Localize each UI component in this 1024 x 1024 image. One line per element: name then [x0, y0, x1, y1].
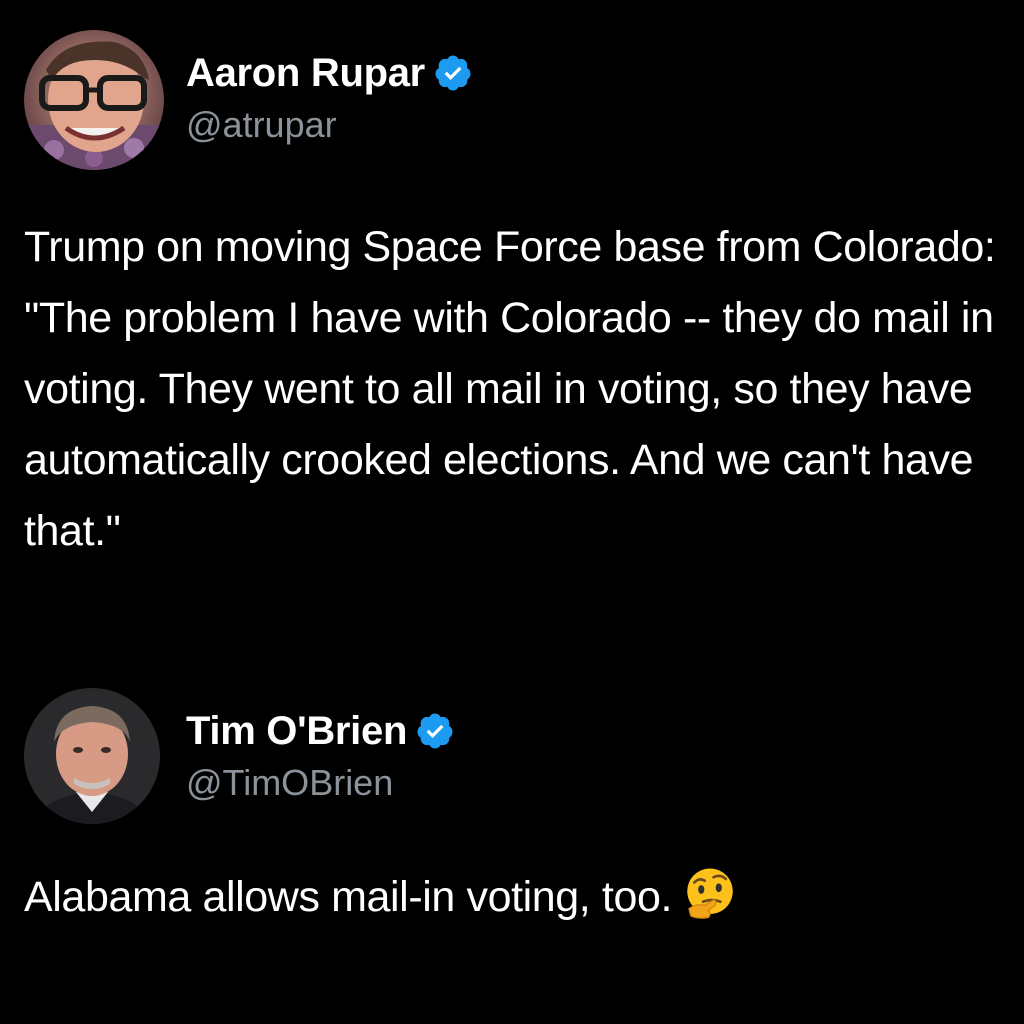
author-names: Aaron Rupar @atrupar: [186, 46, 473, 146]
tweet-header: Tim O'Brien @TimOBrien: [24, 688, 1004, 828]
avatar-photo-icon: [24, 688, 160, 824]
tweet-text-container: Alabama allows mail-in voting, too.: [24, 862, 999, 933]
display-name[interactable]: Aaron Rupar: [186, 51, 425, 96]
tweet-text: Trump on moving Space Force base from Co…: [24, 223, 996, 555]
display-name-row: Aaron Rupar: [186, 46, 473, 100]
display-name[interactable]: Tim O'Brien: [186, 709, 407, 754]
avatar[interactable]: [24, 30, 164, 170]
author-handle[interactable]: @atrupar: [186, 104, 473, 146]
tweet-text: Alabama allows mail-in voting, too.: [24, 873, 673, 921]
avatar-photo-icon: [24, 30, 164, 170]
verified-badge-icon: [417, 713, 453, 749]
avatar[interactable]: [24, 688, 160, 824]
verified-badge-icon: [435, 55, 471, 91]
thinking-face-emoji-icon: [687, 868, 733, 919]
display-name-row: Tim O'Brien: [186, 704, 455, 758]
author-handle[interactable]: @TimOBrien: [186, 762, 455, 804]
tweet-header: Aaron Rupar @atrupar: [24, 30, 1004, 170]
author-names: Tim O'Brien @TimOBrien: [186, 704, 455, 804]
